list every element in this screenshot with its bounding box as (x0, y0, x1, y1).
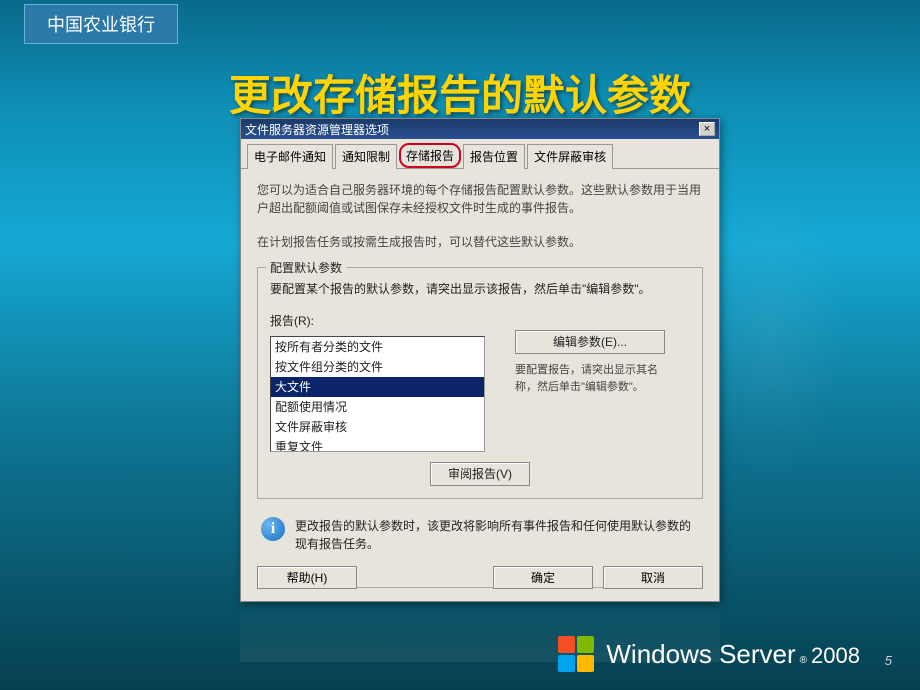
group-title: 配置默认参数 (266, 259, 346, 277)
list-item[interactable]: 重复文件 (271, 437, 484, 452)
tab-report-location[interactable]: 报告位置 (463, 144, 525, 169)
tab-file-screen-audit[interactable]: 文件屏蔽审核 (527, 144, 613, 169)
intro-text-2: 在计划报告任务或按需生成报告时，可以替代这些默认参数。 (257, 233, 703, 251)
intro-text-1: 您可以为适合自己服务器环境的每个存储报告配置默认参数。这些默认参数用于当用户超出… (257, 181, 703, 217)
list-item[interactable]: 文件屏蔽审核 (271, 417, 484, 437)
windows-branding: Windows Server ® 2008 (558, 636, 860, 672)
edit-params-button[interactable]: 编辑参数(E)... (515, 330, 665, 354)
brand-text: Windows Server (606, 639, 795, 670)
close-button[interactable]: × (699, 122, 715, 136)
info-text: 更改报告的默认参数时，该更改将影响所有事件报告和任何使用默认参数的现有报告任务。 (295, 517, 699, 553)
tab-email[interactable]: 电子邮件通知 (247, 144, 333, 169)
list-item[interactable]: 按文件组分类的文件 (271, 357, 484, 377)
page-number: 5 (885, 653, 892, 668)
titlebar[interactable]: 文件服务器资源管理器选项 × (241, 119, 719, 139)
tab-storage-report[interactable]: 存储报告 (399, 143, 461, 168)
org-badge: 中国农业银行 (24, 4, 178, 44)
dialog-content: 您可以为适合自己服务器环境的每个存储报告配置默认参数。这些默认参数用于当用户超出… (241, 169, 719, 581)
review-report-button[interactable]: 审阅报告(V) (430, 462, 530, 486)
slide-title: 更改存储报告的默认参数 (0, 62, 920, 123)
windows-flag-icon (558, 636, 594, 672)
list-item-selected[interactable]: 大文件 (271, 377, 484, 397)
list-item[interactable]: 配额使用情况 (271, 397, 484, 417)
reports-listbox[interactable]: 按所有者分类的文件 按文件组分类的文件 大文件 配额使用情况 文件屏蔽审核 重复… (270, 336, 485, 452)
info-icon: i (261, 517, 285, 541)
side-hint: 要配置报告，请突出显示其名称，然后单击"编辑参数"。 (515, 362, 665, 395)
tab-notification-limit[interactable]: 通知限制 (335, 144, 397, 169)
options-dialog: 文件服务器资源管理器选项 × 电子邮件通知 通知限制 存储报告 报告位置 文件屏… (240, 118, 720, 602)
dialog-title: 文件服务器资源管理器选项 (245, 121, 389, 138)
brand-year: 2008 (811, 643, 860, 669)
cancel-button[interactable]: 取消 (603, 566, 703, 589)
default-params-group: 配置默认参数 要配置某个报告的默认参数，请突出显示该报告，然后单击"编辑参数"。… (257, 267, 703, 499)
ok-button[interactable]: 确定 (493, 566, 593, 589)
info-row: i 更改报告的默认参数时，该更改将影响所有事件报告和任何使用默认参数的现有报告任… (261, 517, 699, 553)
group-hint: 要配置某个报告的默认参数，请突出显示该报告，然后单击"编辑参数"。 (270, 280, 690, 298)
tab-bar: 电子邮件通知 通知限制 存储报告 报告位置 文件屏蔽审核 (241, 139, 719, 169)
dialog-button-row: 帮助(H) 确定 取消 (257, 566, 703, 589)
list-label: 报告(R): (270, 312, 690, 330)
help-button[interactable]: 帮助(H) (257, 566, 357, 589)
list-item[interactable]: 按所有者分类的文件 (271, 337, 484, 357)
